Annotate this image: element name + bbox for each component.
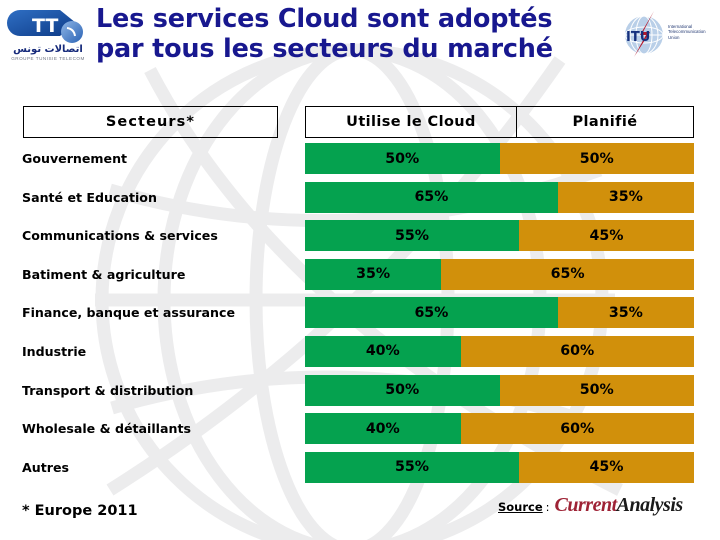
- table-row: Industrie 40% 60%: [0, 335, 720, 375]
- table-row: Batiment & agriculture 35% 65%: [0, 258, 720, 298]
- column-header-uses-cloud-label: Utilise le Cloud: [346, 114, 476, 130]
- page-title-line1: Les services Cloud sont adoptés: [96, 4, 553, 34]
- page-title: Les services Cloud sont adoptés par tous…: [96, 4, 608, 64]
- column-header-sectors: Secteurs*: [23, 106, 278, 138]
- itu-logo-caption: International Telecommunication Union: [668, 24, 716, 40]
- bar-segment-uses-cloud: 50%: [305, 374, 500, 406]
- svg-text:TT: TT: [32, 15, 58, 37]
- source-brand-analysis: Analysis: [616, 494, 684, 516]
- bar-segment-planned: 60%: [460, 413, 694, 445]
- table-row: Santé et Education 65% 35%: [0, 181, 720, 221]
- column-header-uses-cloud: Utilise le Cloud: [305, 106, 517, 138]
- sector-label: Industrie: [22, 343, 87, 359]
- bar-segment-uses-cloud: 65%: [305, 297, 558, 329]
- table-row: Autres 55% 45%: [0, 451, 720, 491]
- source-colon: :: [545, 500, 550, 514]
- bar-segment-planned: 45%: [518, 220, 694, 252]
- stacked-bar: 65% 35%: [305, 297, 694, 329]
- stacked-bar: 55% 45%: [305, 451, 694, 483]
- sector-label: Autres: [22, 459, 69, 475]
- bar-segment-uses-cloud: 50%: [305, 143, 500, 174]
- bar-segment-planned: 45%: [518, 451, 694, 483]
- bar-segment-uses-cloud: 55%: [305, 220, 519, 252]
- stacked-bar: 40% 60%: [305, 413, 694, 445]
- tt-logo-mark: TT: [7, 10, 83, 43]
- footnote: * Europe 2011: [22, 503, 138, 519]
- slide-content: TT اتصالات تونس GROUPE TUNISIE TELECOM L…: [0, 0, 720, 540]
- svg-text:ITU: ITU: [626, 30, 650, 45]
- slide-header: TT اتصالات تونس GROUPE TUNISIE TELECOM L…: [0, 0, 720, 72]
- bar-segment-planned: 60%: [460, 335, 694, 367]
- source-attribution: Source : Current Analysis: [498, 494, 683, 520]
- table-row: Communications & services 55% 45%: [0, 220, 720, 259]
- tt-logo-subtitle: GROUPE TUNISIE TELECOM: [11, 56, 85, 61]
- source-label: Source: [498, 500, 543, 514]
- stacked-bar: 40% 60%: [305, 335, 694, 367]
- tt-logo-arabic: اتصالات تونس: [13, 44, 83, 55]
- tunisie-telecom-logo: TT اتصالات تونس GROUPE TUNISIE TELECOM: [6, 4, 90, 68]
- bar-segment-planned: 50%: [499, 374, 694, 406]
- stacked-bar: 50% 50%: [305, 374, 694, 406]
- sector-label: Batiment & agriculture: [22, 266, 186, 282]
- bar-segment-uses-cloud: 35%: [305, 258, 442, 290]
- stacked-bar: 50% 50%: [305, 143, 694, 174]
- bar-segment-uses-cloud: 55%: [305, 451, 519, 483]
- itu-caption-line3: Union: [668, 34, 680, 40]
- itu-logo-mark: ITU: [624, 11, 664, 57]
- bar-segment-planned: 50%: [499, 143, 694, 174]
- bar-segment-planned: 35%: [557, 297, 694, 329]
- sector-label: Finance, banque et assurance: [22, 305, 235, 321]
- page-title-line2: par tous les secteurs du marché: [96, 34, 553, 64]
- stacked-bar: 65% 35%: [305, 181, 694, 213]
- bar-segment-planned: 35%: [557, 181, 694, 213]
- sector-label: Communications & services: [22, 228, 218, 244]
- sector-label: Gouvernement: [22, 151, 128, 166]
- bar-segment-uses-cloud: 40%: [305, 413, 461, 445]
- sector-label: Santé et Education: [22, 189, 157, 205]
- bar-segment-uses-cloud: 40%: [305, 335, 461, 367]
- table-body: Gouvernement 50% 50% Santé et Education 65% 3…: [0, 143, 720, 490]
- itu-logo: ITU International Telecommunication Unio…: [620, 8, 716, 60]
- stacked-bar: 55% 45%: [305, 220, 694, 252]
- sector-label: Wholesale & détaillants: [22, 421, 191, 437]
- bar-segment-planned: 65%: [441, 258, 694, 290]
- sector-label: Transport & distribution: [22, 382, 194, 398]
- column-header-planned: Planifié: [516, 106, 694, 138]
- table-row: Gouvernement 50% 50%: [0, 143, 720, 182]
- stacked-bar: 35% 65%: [305, 258, 694, 290]
- table-row: Finance, banque et assurance 65% 35%: [0, 297, 720, 336]
- table-row: Wholesale & détaillants 40% 60%: [0, 413, 720, 452]
- column-header-sectors-label: Secteurs*: [105, 114, 196, 130]
- source-brand-current: Current: [554, 494, 618, 516]
- bar-segment-uses-cloud: 65%: [305, 181, 558, 213]
- table-row: Transport & distribution 50% 50%: [0, 374, 720, 414]
- column-header-planned-label: Planifié: [572, 114, 638, 130]
